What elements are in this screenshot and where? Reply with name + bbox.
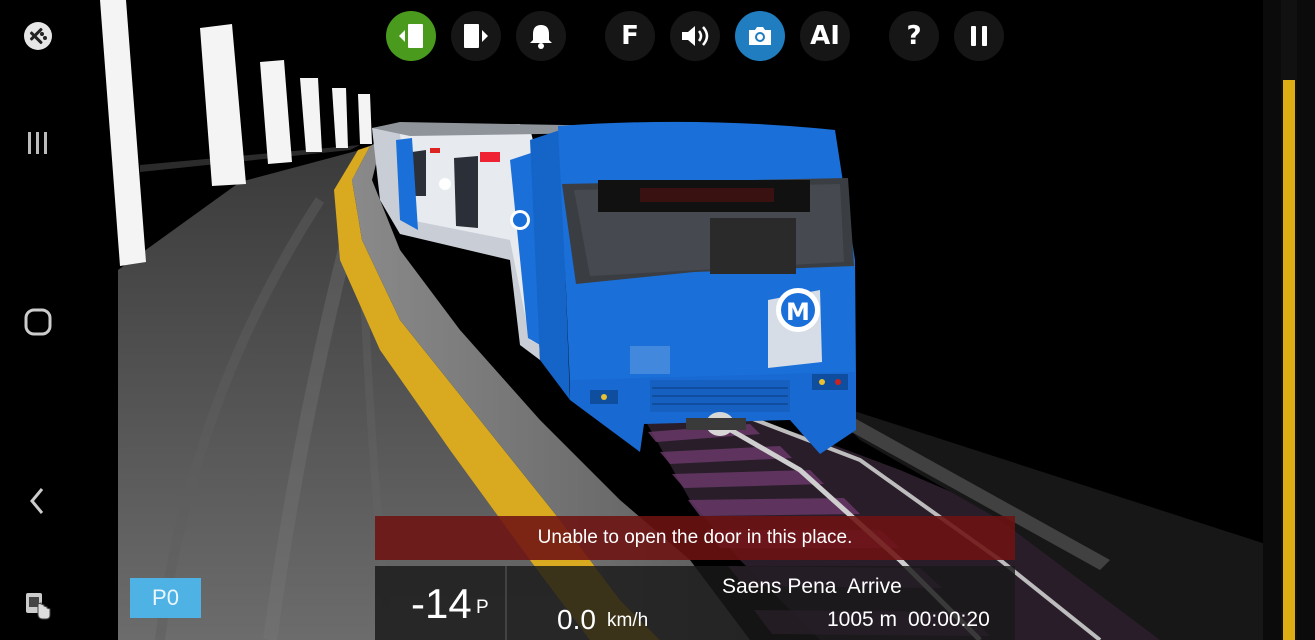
system-nav-bar <box>0 0 100 640</box>
gamepad-icon[interactable] <box>18 16 58 56</box>
help-label: ? <box>906 21 922 51</box>
function-button[interactable]: F <box>605 11 655 61</box>
back-icon[interactable] <box>18 481 58 521</box>
sound-button[interactable] <box>670 11 720 61</box>
notch-value: -14 <box>411 580 472 627</box>
train-logo: M <box>786 298 810 326</box>
camera-button[interactable] <box>735 11 785 61</box>
screen-touch-icon[interactable] <box>18 586 58 626</box>
pause-icon <box>971 26 987 46</box>
door-left-icon <box>399 24 423 48</box>
hud-divider <box>505 566 507 640</box>
speaker-icon <box>682 26 709 46</box>
help-button[interactable]: ? <box>889 11 939 61</box>
door-warning-message: Unable to open the door in this place. <box>375 516 1015 560</box>
notch-unit: P <box>476 597 489 618</box>
bell-icon <box>530 25 552 49</box>
open-left-door-button[interactable] <box>386 11 436 61</box>
driving-hud: -14 P 0.0 km/h Saens Pena Arrive 1005 m … <box>375 566 1015 640</box>
speed-unit: km/h <box>607 610 649 631</box>
distance-to-station: 1005 m <box>827 608 898 631</box>
function-label: F <box>621 21 639 51</box>
mode-badge[interactable]: P0 <box>130 578 201 618</box>
speed-value: 0.0 <box>557 604 596 635</box>
home-icon[interactable] <box>18 302 58 342</box>
bell-button[interactable] <box>516 11 566 61</box>
throttle-level-bar[interactable] <box>1283 80 1295 640</box>
recent-apps-icon[interactable] <box>18 123 58 163</box>
next-station: Saens Pena Arrive <box>722 575 902 598</box>
camera-icon <box>749 27 771 45</box>
elapsed-timer: 00:00:20 <box>908 608 990 631</box>
pause-button[interactable] <box>954 11 1004 61</box>
ai-label: AI <box>810 21 840 51</box>
open-right-door-button[interactable] <box>451 11 501 61</box>
door-right-icon <box>464 24 488 48</box>
ai-button[interactable]: AI <box>800 11 850 61</box>
